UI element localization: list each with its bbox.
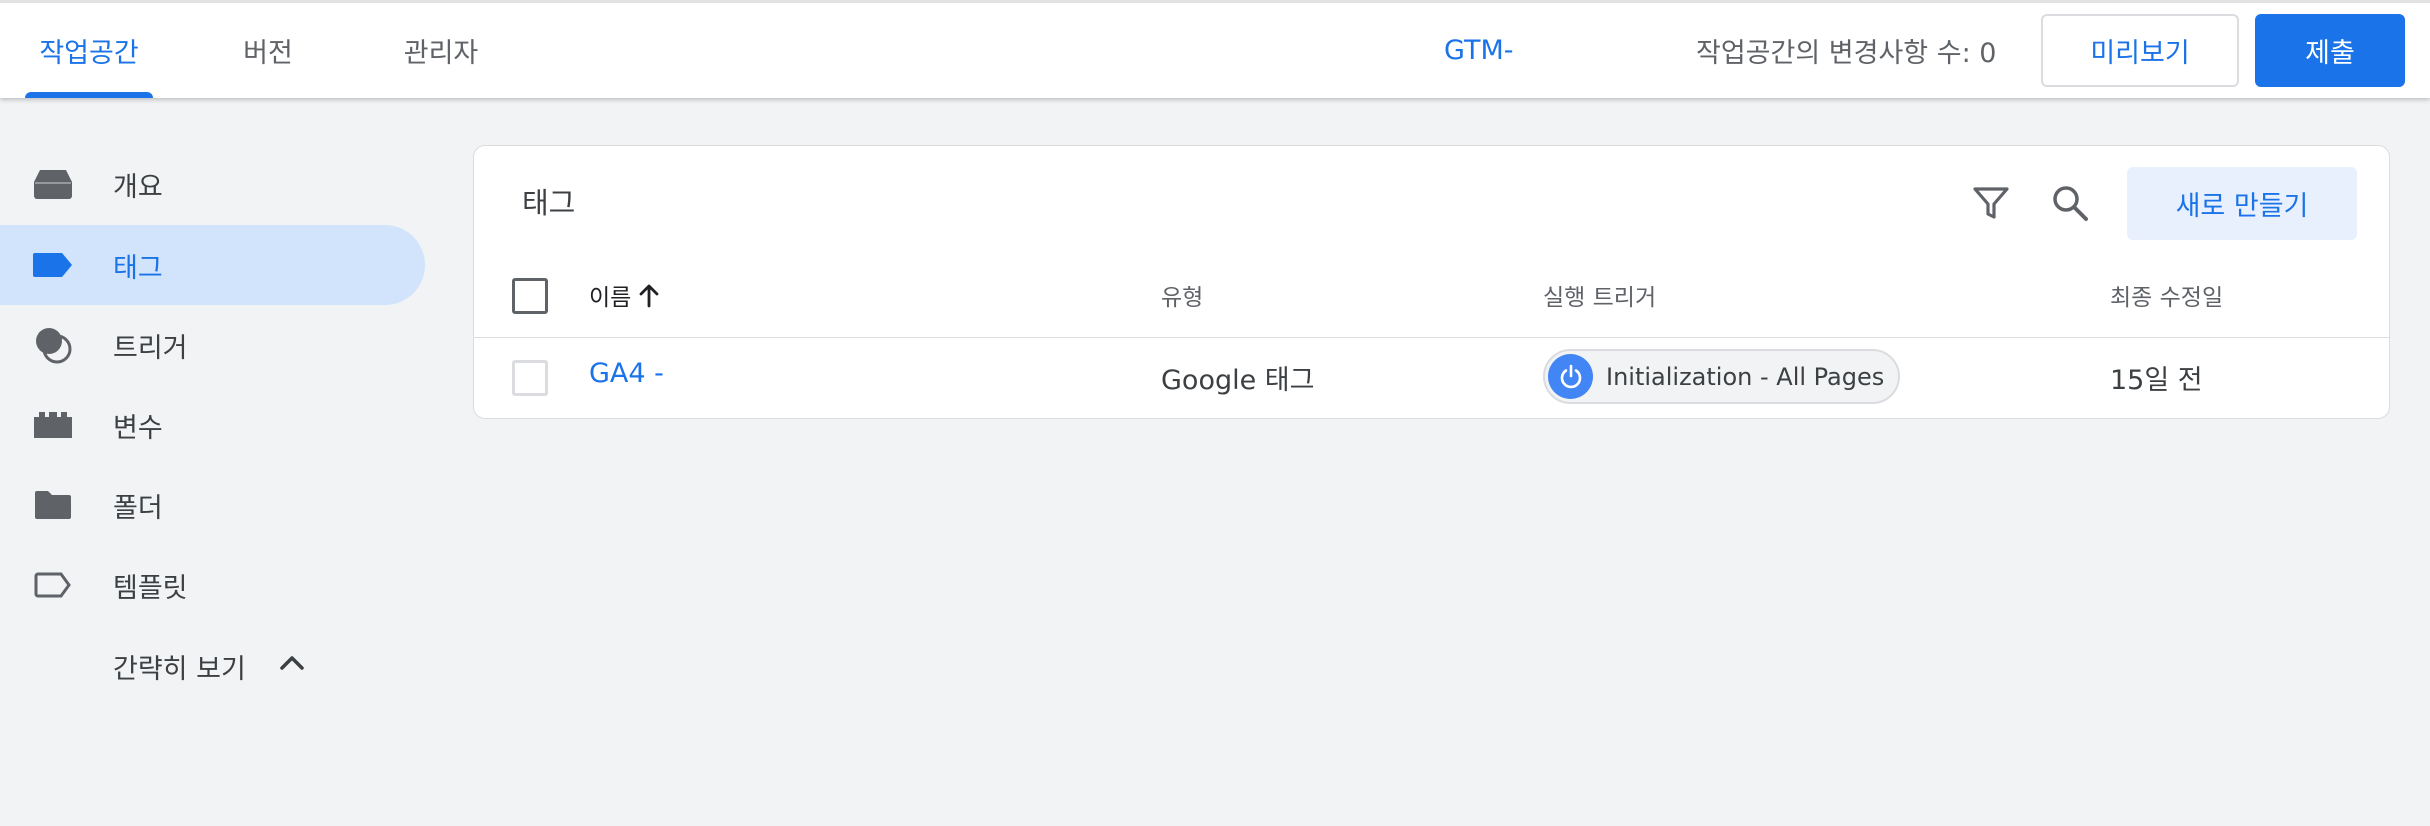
sidebar-item-triggers[interactable]: 트리거 <box>0 305 425 385</box>
workspace-changes-count: 작업공간의 변경사항 수: 0 <box>1696 38 1997 69</box>
new-tag-button[interactable]: 새로 만들기 <box>2127 167 2357 240</box>
tab-versions[interactable]: 버전 <box>228 3 308 98</box>
tag-name-link[interactable]: GA4 - <box>589 358 664 389</box>
column-header-modified[interactable]: 최종 수정일 <box>2110 278 2223 312</box>
sidebar-item-label: 트리거 <box>113 332 188 364</box>
overview-icon <box>32 164 74 204</box>
container-id-link[interactable]: GTM- <box>1444 3 1524 98</box>
sidebar-item-tags[interactable]: 태그 <box>0 225 425 305</box>
sidebar-item-label: 태그 <box>113 252 163 284</box>
sort-ascending-icon <box>639 284 659 308</box>
search-button[interactable] <box>2043 176 2097 230</box>
tab-workspace[interactable]: 작업공간 <box>25 3 153 98</box>
tag-icon <box>32 245 74 285</box>
column-header-name[interactable]: 이름 <box>589 278 661 312</box>
search-icon <box>2053 186 2088 221</box>
chevron-up-icon <box>280 656 304 670</box>
tab-workspace-label: 작업공간 <box>39 38 139 69</box>
filter-icon <box>1973 187 2009 219</box>
top-bar: 작업공간 버전 관리자 GTM- 작업공간의 변경사항 수: 0 미리보기 제출 <box>0 0 2430 98</box>
collapse-sidebar-toggle[interactable]: 간략히 보기 <box>0 625 425 705</box>
sidebar-item-label: 개요 <box>113 171 163 203</box>
trigger-chip[interactable]: Initialization - All Pages <box>1543 349 1900 404</box>
sidebar-item-label: 템플릿 <box>113 572 188 604</box>
sidebar-item-label: 변수 <box>113 412 163 444</box>
preview-button[interactable]: 미리보기 <box>2041 14 2239 87</box>
row-checkbox[interactable] <box>512 360 548 396</box>
sidebar-item-overview[interactable]: 개요 <box>0 144 425 224</box>
active-tab-indicator <box>25 92 153 98</box>
header-divider <box>474 337 2389 338</box>
filter-button[interactable] <box>1964 176 2018 230</box>
tags-card: 태그 새로 만들기 이름 유형 실행 트리거 최종 수정일 GA4 - Goog… <box>473 145 2390 419</box>
select-all-checkbox[interactable] <box>512 278 548 314</box>
variable-icon <box>32 405 74 445</box>
sidebar-item-folders[interactable]: 폴더 <box>0 465 425 545</box>
column-header-name-label: 이름 <box>589 285 632 311</box>
tab-versions-label: 버전 <box>243 38 293 69</box>
tab-admin-label: 관리자 <box>403 38 479 69</box>
folder-icon <box>32 485 74 525</box>
trigger-icon <box>32 325 74 365</box>
template-icon <box>32 565 74 605</box>
sidebar-item-label: 폴더 <box>113 492 163 524</box>
sidebar-item-variables[interactable]: 변수 <box>0 385 425 465</box>
tag-type: Google 태그 <box>1161 365 1315 396</box>
collapse-label: 간략히 보기 <box>113 654 246 685</box>
tab-admin[interactable]: 관리자 <box>396 3 486 98</box>
column-header-type[interactable]: 유형 <box>1161 278 1203 312</box>
column-header-trigger[interactable]: 실행 트리거 <box>1543 278 1656 312</box>
sidebar-item-templates[interactable]: 템플릿 <box>0 545 425 625</box>
last-modified: 15일 전 <box>2110 365 2203 396</box>
trigger-chip-label: Initialization - All Pages <box>1606 362 1885 391</box>
submit-button[interactable]: 제출 <box>2255 14 2405 87</box>
card-title: 태그 <box>522 186 576 220</box>
power-icon <box>1548 354 1593 399</box>
